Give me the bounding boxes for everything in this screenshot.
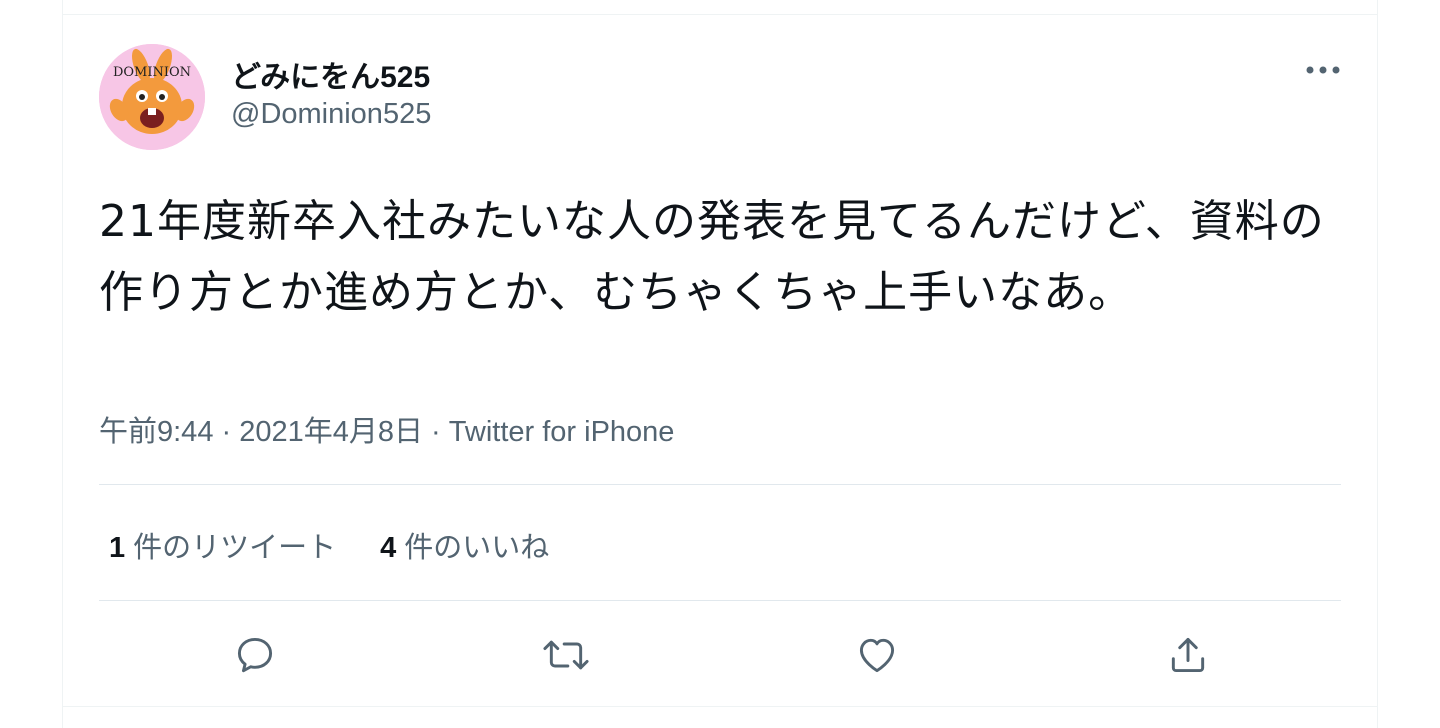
bottom-divider [63, 706, 1377, 707]
tweet-source[interactable]: Twitter for iPhone [449, 416, 675, 448]
avatar-logo-text: DOMINION [113, 65, 191, 80]
more-options-button[interactable] [1295, 52, 1351, 88]
share-button[interactable] [1153, 620, 1223, 690]
retweets-stat[interactable]: 1 件のリツイート [109, 524, 336, 566]
page: DOMINION どみにをん525 @Dominion525 21年度新卒入社み… [0, 0, 1440, 728]
tweet-actions [99, 620, 1341, 690]
avatar[interactable]: DOMINION [99, 44, 205, 150]
reply-icon [237, 637, 273, 673]
more-horizontal-icon [1306, 66, 1340, 74]
divider-stats [99, 600, 1341, 601]
retweet-icon [543, 640, 589, 670]
like-button[interactable] [842, 620, 912, 690]
tweet-meta: 午前9:44 · 2021年4月8日 · Twitter for iPhone [99, 408, 674, 450]
user-handle[interactable]: @Dominion525 [231, 98, 431, 131]
likes-count: 4 [380, 532, 397, 564]
display-name[interactable]: どみにをん525 [231, 52, 430, 96]
retweet-button[interactable] [531, 620, 601, 690]
heart-icon [859, 638, 895, 673]
likes-stat[interactable]: 4 件のいいね [380, 524, 549, 566]
divider-meta [99, 484, 1341, 485]
tweet-stats: 1 件のリツイート 4 件のいいね [109, 524, 549, 566]
meta-separator: · [423, 416, 449, 448]
tweet-card: DOMINION どみにをん525 @Dominion525 21年度新卒入社み… [62, 0, 1378, 728]
reply-button[interactable] [220, 620, 290, 690]
retweets-label: 件のリツイート [133, 532, 337, 564]
top-divider [63, 14, 1377, 15]
share-icon [1171, 637, 1205, 673]
tweet-text: 21年度新卒入社みたいな人の発表を見てるんだけど、資料の作り方とか進め方とか、む… [99, 196, 1325, 318]
likes-label: 件のいいね [404, 532, 550, 564]
retweets-count: 1 [109, 532, 126, 564]
avatar-image: DOMINION [99, 44, 205, 150]
tweet-timestamp[interactable]: 午前9:44 · 2021年4月8日 [99, 416, 423, 448]
